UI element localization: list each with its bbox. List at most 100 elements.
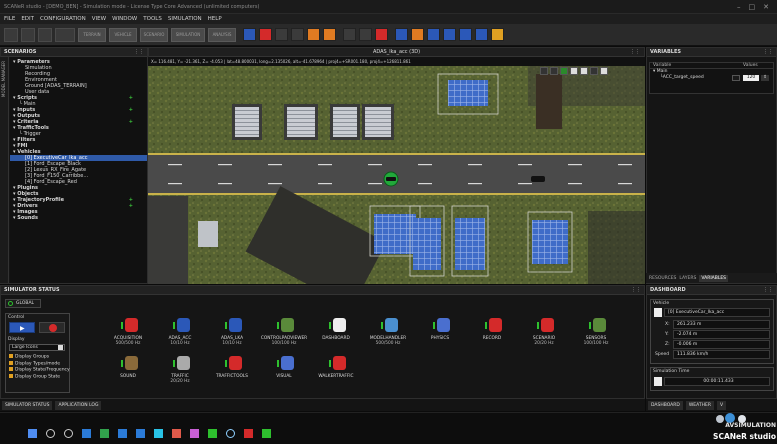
var-value-input[interactable]: 120 <box>743 75 759 81</box>
app-icon-9[interactable] <box>244 429 253 438</box>
variables-menu-icon[interactable]: ⋮⋮ <box>763 49 773 55</box>
module-visual[interactable]: VISUAL <box>257 354 311 379</box>
record-icon[interactable] <box>307 28 320 41</box>
menu-file[interactable]: FILE <box>4 16 15 22</box>
module-sensors[interactable]: SENSORS 100/100 Hz <box>569 316 623 346</box>
play-icon[interactable] <box>291 28 304 41</box>
start-icon[interactable] <box>243 28 256 41</box>
config-icon[interactable] <box>55 27 75 42</box>
app-icon-10[interactable] <box>262 429 271 438</box>
tab-resources[interactable]: RESOURCES <box>649 276 676 281</box>
module-sound[interactable]: SOUND <box>101 354 155 379</box>
app-icon-4[interactable] <box>154 429 163 438</box>
camera-icon[interactable] <box>359 28 372 41</box>
module-scenario[interactable]: SCENARIO 20/20 Hz <box>517 316 571 346</box>
mode-analysis-button[interactable]: ANALYSIS <box>208 27 236 42</box>
record-view-icon[interactable] <box>459 28 472 41</box>
monitor-icon[interactable] <box>475 28 488 41</box>
menu-view[interactable]: VIEW <box>92 16 106 22</box>
display-select[interactable]: Large Icons <box>9 344 65 351</box>
mode-vehicle-button[interactable]: VEHICLE <box>109 27 137 42</box>
module-status: 100/100 Hz <box>271 341 297 346</box>
stop-sim-button[interactable] <box>39 322 65 333</box>
tab-application-log[interactable]: APPLICATION LOG <box>55 400 102 410</box>
layout-icon[interactable] <box>395 28 408 41</box>
view-screenshot-icon[interactable] <box>580 67 588 75</box>
app-icon-7[interactable] <box>208 429 217 438</box>
record-options-icon[interactable] <box>323 28 336 41</box>
module-traffictools[interactable]: TRAFFICTOOLS <box>205 354 259 379</box>
app-icon-2[interactable] <box>118 429 127 438</box>
3d-scene[interactable] <box>148 66 645 284</box>
tab-dashboard[interactable]: DASHBOARD <box>648 400 683 410</box>
view-zoom-icon[interactable] <box>590 67 598 75</box>
new-icon[interactable] <box>4 27 18 42</box>
maximize-icon[interactable]: □ <box>749 3 756 11</box>
menu-window[interactable]: WINDOW <box>112 16 137 22</box>
stop-icon[interactable] <box>259 28 272 41</box>
module-adas_lka[interactable]: ADAS_LKA 10/10 Hz <box>205 316 259 346</box>
module-record[interactable]: RECORD <box>465 316 519 341</box>
tab-simulator-status[interactable]: SIMULATOR STATUS <box>2 400 53 410</box>
tree-item[interactable]: ▾ Sounds <box>10 215 147 221</box>
app-icon-8[interactable] <box>226 429 235 438</box>
module-traffic[interactable]: TRAFFIC 20/20 Hz <box>153 354 207 384</box>
vehicle-field[interactable]: [0] ExecutiveCar_lka_acc <box>664 308 770 317</box>
view-camera-icon[interactable] <box>570 67 578 75</box>
tab-v[interactable]: V <box>716 400 727 410</box>
target-icon[interactable] <box>443 28 456 41</box>
app-icon-3[interactable] <box>136 429 145 438</box>
minimize-icon[interactable]: – <box>737 3 741 11</box>
module-controlpadviewer[interactable]: CONTROLPADVIEWER 100/100 Hz <box>257 316 311 346</box>
start-menu-icon[interactable] <box>28 429 37 438</box>
simstatus-menu-icon[interactable]: ⋮⋮ <box>631 287 641 293</box>
app-icon-5[interactable] <box>172 429 181 438</box>
var-slider[interactable] <box>732 75 740 81</box>
module-physics[interactable]: PHYSICS <box>413 316 467 341</box>
mode-simulation-button[interactable]: SIMULATION <box>171 27 205 42</box>
panel-menu-icon[interactable]: ⋮⋮ <box>134 49 144 55</box>
start-sim-button[interactable]: ▶ <box>9 322 35 333</box>
settings-icon[interactable] <box>491 28 504 41</box>
save-icon[interactable] <box>38 27 52 42</box>
spinner-icon[interactable]: ⇕ <box>761 75 769 81</box>
close-icon[interactable]: ✕ <box>763 3 769 11</box>
search-icon[interactable] <box>46 429 55 438</box>
display-check[interactable]: Display State/Frequency <box>9 367 70 374</box>
module-dashboard[interactable]: DASHBOARD <box>309 316 363 341</box>
app-icon-6[interactable] <box>190 429 199 438</box>
network-icon[interactable] <box>427 28 440 41</box>
view-fullscreen-icon[interactable] <box>600 67 608 75</box>
tab-variables[interactable]: VARIABLES <box>699 274 729 282</box>
view-layers-icon[interactable] <box>550 67 558 75</box>
module-modelhandler[interactable]: MODELHANDLER 500/500 Hz <box>361 316 415 346</box>
mode-scenario-button[interactable]: SCENARIO <box>140 27 168 42</box>
module-acquisition[interactable]: ACQUISITION 500/500 Hz <box>101 316 155 346</box>
module-adas_acc[interactable]: ADAS_ACC 10/10 Hz <box>153 316 207 346</box>
view-settings-icon[interactable] <box>540 67 548 75</box>
app-icon-1[interactable] <box>100 429 109 438</box>
menu-help[interactable]: HELP <box>208 16 222 22</box>
vehicle-pick-icon[interactable] <box>654 308 662 317</box>
display-check[interactable]: Display Group State <box>9 373 69 381</box>
menu-configuration[interactable]: CONFIGURATION <box>40 16 86 22</box>
mode-terrain-button[interactable]: TERRAIN <box>78 27 106 42</box>
taskview-icon[interactable] <box>82 429 91 438</box>
grid-icon[interactable] <box>343 28 356 41</box>
menu-tools[interactable]: TOOLS <box>143 16 162 22</box>
viewport-menu-icon[interactable]: ⋮⋮ <box>630 49 640 55</box>
cortana-icon[interactable] <box>64 429 73 438</box>
menu-simulation[interactable]: SIMULATION <box>168 16 202 22</box>
tab-weather[interactable]: WEATHER <box>685 400 714 410</box>
module-walkertraffic[interactable]: WALKERTRAFFIC <box>309 354 363 379</box>
global-group[interactable]: GLOBAL <box>5 299 41 308</box>
dashboard-menu-icon[interactable]: ⋮⋮ <box>763 287 773 293</box>
open-icon[interactable] <box>21 27 35 42</box>
add-icon[interactable] <box>411 28 424 41</box>
step-icon[interactable] <box>275 28 288 41</box>
model-manager-tab[interactable]: MODEL MANAGER <box>1 61 6 97</box>
view-grid-icon[interactable] <box>560 67 568 75</box>
tab-layers[interactable]: LAYERS <box>679 276 696 281</box>
alert-icon[interactable] <box>375 28 388 41</box>
menu-edit[interactable]: EDIT <box>21 16 34 22</box>
